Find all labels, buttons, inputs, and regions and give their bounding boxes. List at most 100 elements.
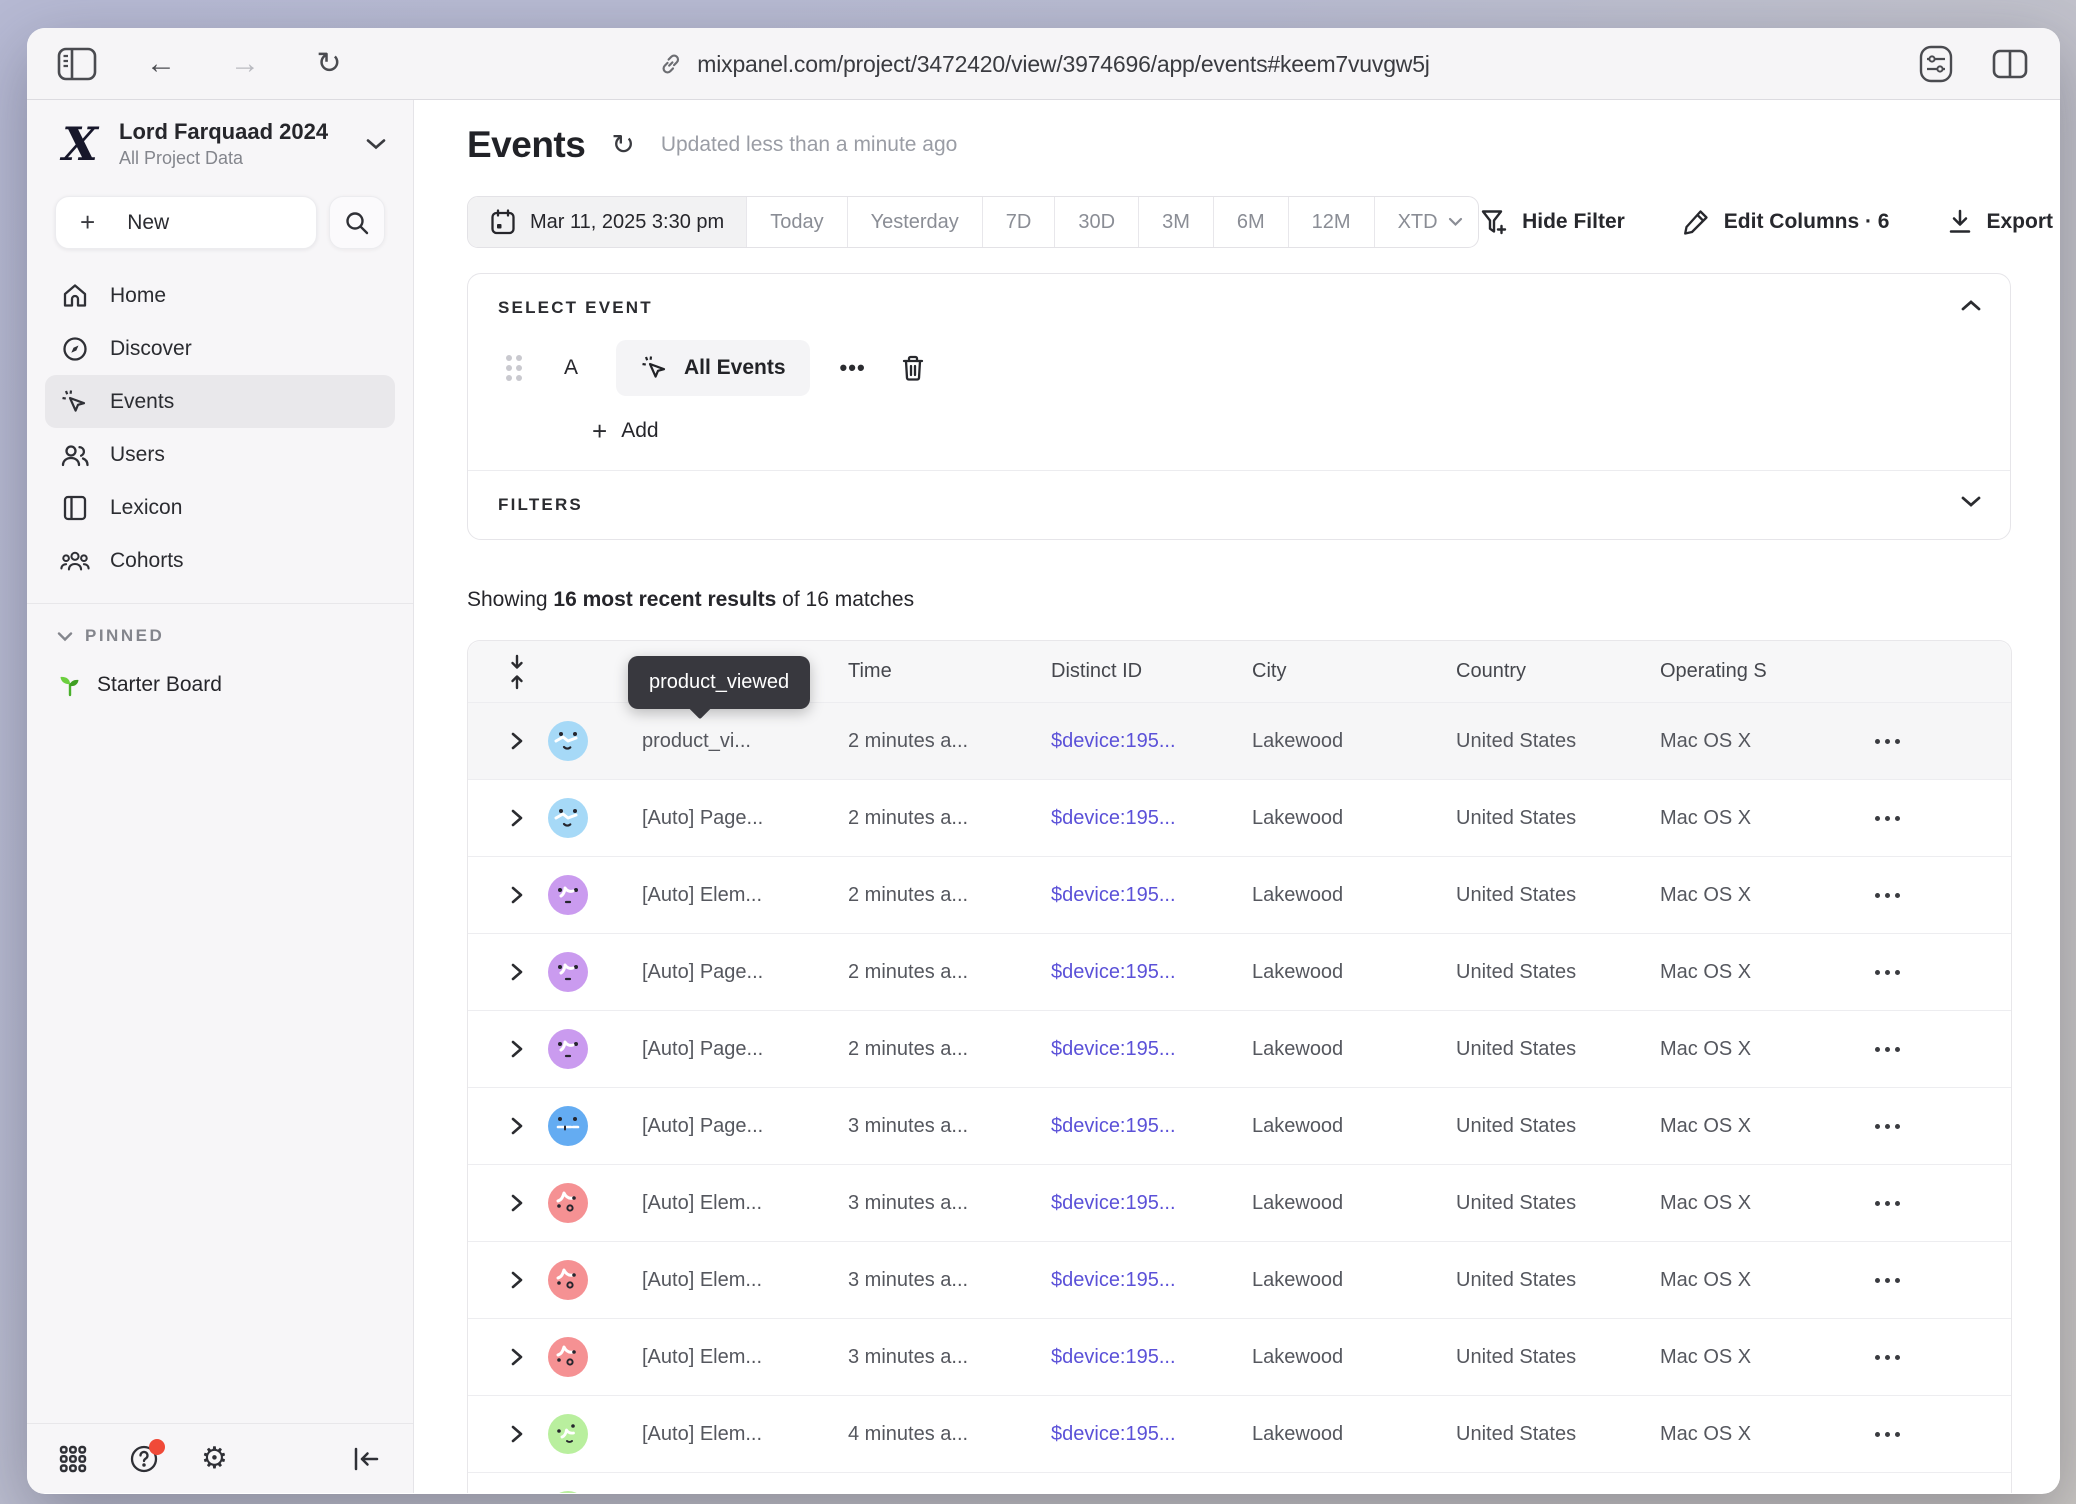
- apps-grid-icon[interactable]: [59, 1445, 87, 1473]
- filters-section: FILTERS: [468, 471, 2010, 539]
- expand-row-icon[interactable]: [468, 731, 548, 751]
- table-row[interactable]: [Auto] Page... 2 minutes a... $device:19…: [468, 933, 2011, 1010]
- expand-row-icon[interactable]: [468, 1270, 548, 1290]
- sidebar-item-label: Discover: [110, 337, 192, 361]
- home-icon: [60, 282, 90, 310]
- sidebar-toggle-icon[interactable]: [57, 44, 97, 84]
- gear-icon[interactable]: ⚙: [201, 1444, 228, 1474]
- preset-6m[interactable]: 6M: [1213, 197, 1288, 247]
- table-row[interactable]: [Auto] Elem... 3 minutes a... $device:19…: [468, 1318, 2011, 1395]
- row-more-icon[interactable]: [1875, 816, 2011, 821]
- browser-toolbar: ← → ↻ mixpanel.com/project/3472420/view/…: [27, 28, 2060, 100]
- cell-distinct-id[interactable]: $device:195...: [1021, 1346, 1222, 1369]
- cell-distinct-id[interactable]: $device:195...: [1021, 730, 1222, 753]
- column-header-city[interactable]: City: [1222, 660, 1426, 683]
- sidebar-item-starter-board[interactable]: Starter Board: [27, 646, 413, 698]
- expand-row-icon[interactable]: [468, 962, 548, 982]
- row-more-icon[interactable]: [1875, 1201, 2011, 1206]
- cell-distinct-id[interactable]: $device:195...: [1021, 884, 1222, 907]
- preset-12m[interactable]: 12M: [1288, 197, 1374, 247]
- cell-distinct-id[interactable]: $device:195...: [1021, 807, 1222, 830]
- row-more-icon[interactable]: [1875, 1124, 2011, 1129]
- preset-7d[interactable]: 7D: [982, 197, 1055, 247]
- column-header-os[interactable]: Operating S: [1630, 660, 1843, 683]
- page-settings-icon[interactable]: [1916, 44, 1956, 84]
- add-event-button[interactable]: + Add: [592, 416, 1980, 446]
- table-row[interactable]: [Auto] Elem... 3 minutes a... $device:19…: [468, 1164, 2011, 1241]
- collapse-rows-icon[interactable]: [468, 654, 548, 690]
- row-more-icon[interactable]: [1875, 1355, 2011, 1360]
- new-button[interactable]: + New: [55, 196, 317, 249]
- cell-time: 2 minutes a...: [818, 884, 1021, 907]
- refresh-icon[interactable]: ↻: [309, 44, 349, 84]
- search-button[interactable]: [329, 196, 385, 249]
- table-row[interactable]: [Auto] Page... 3 minutes a... $device:19…: [468, 1087, 2011, 1164]
- event-selector-chip[interactable]: All Events: [616, 340, 810, 396]
- expand-row-icon[interactable]: [468, 1039, 548, 1059]
- sidebar-item-home[interactable]: Home: [45, 269, 395, 322]
- event-avatar: [548, 1337, 588, 1377]
- preset-yesterday[interactable]: Yesterday: [847, 197, 982, 247]
- table-row[interactable]: [Auto] Elem... 2 minutes a... $device:19…: [468, 856, 2011, 933]
- date-picker-button[interactable]: Mar 11, 2025 3:30 pm: [468, 197, 746, 247]
- edit-columns-button[interactable]: Edit Columns · 6: [1683, 207, 1890, 237]
- table-row[interactable]: [Auto] Elem... 4 minutes a... $device:19…: [468, 1395, 2011, 1472]
- cell-city: Lakewood: [1222, 1269, 1426, 1292]
- expand-row-icon[interactable]: [468, 1193, 548, 1213]
- preset-3m[interactable]: 3M: [1138, 197, 1213, 247]
- expand-row-icon[interactable]: [468, 1347, 548, 1367]
- sidebar-item-discover[interactable]: Discover: [45, 322, 395, 375]
- back-icon[interactable]: ←: [141, 44, 181, 84]
- collapse-section-icon[interactable]: [1960, 298, 1982, 312]
- expand-row-icon[interactable]: [468, 1116, 548, 1136]
- preset-today[interactable]: Today: [746, 197, 846, 247]
- row-more-icon[interactable]: [1875, 1278, 2011, 1283]
- collapse-sidebar-icon[interactable]: [351, 1445, 381, 1473]
- table-row[interactable]: [Auto] Page... 2 minutes a... $device:19…: [468, 779, 2011, 856]
- row-more-icon[interactable]: [1875, 739, 2011, 744]
- cell-distinct-id[interactable]: $device:195...: [1021, 1423, 1222, 1446]
- export-button[interactable]: Export: [1947, 208, 2053, 236]
- more-options-icon[interactable]: •••: [840, 355, 866, 381]
- forward-icon[interactable]: →: [225, 44, 265, 84]
- column-header-country[interactable]: Country: [1426, 660, 1630, 683]
- table-row[interactable]: [Auto] Page... 2 minutes a... $device:19…: [468, 1010, 2011, 1087]
- row-more-icon[interactable]: [1875, 893, 2011, 898]
- preset-30d[interactable]: 30D: [1054, 197, 1138, 247]
- row-more-icon[interactable]: [1875, 1047, 2011, 1052]
- hide-filter-button[interactable]: Hide Filter: [1479, 208, 1625, 236]
- cell-distinct-id[interactable]: $device:195...: [1021, 1192, 1222, 1215]
- sidebar-item-lexicon[interactable]: Lexicon: [45, 481, 395, 534]
- refresh-results-icon[interactable]: ↻: [611, 131, 634, 159]
- project-switcher[interactable]: X Lord Farquaad 2024 All Project Data: [27, 100, 413, 172]
- expand-row-icon[interactable]: [468, 808, 548, 828]
- cell-distinct-id[interactable]: $device:195...: [1021, 1115, 1222, 1138]
- delete-event-icon[interactable]: [900, 354, 926, 382]
- row-more-icon[interactable]: [1875, 970, 2011, 975]
- cell-distinct-id[interactable]: $device:195...: [1021, 961, 1222, 984]
- table-row-partial[interactable]: [468, 1472, 2011, 1493]
- pinned-section-header[interactable]: PINNED: [27, 604, 413, 646]
- help-icon[interactable]: [129, 1444, 159, 1474]
- address-bar[interactable]: mixpanel.com/project/3472420/view/397469…: [657, 28, 1429, 100]
- cell-time: 3 minutes a...: [818, 1346, 1021, 1369]
- split-view-icon[interactable]: [1990, 44, 2030, 84]
- cell-country: United States: [1426, 961, 1630, 984]
- expand-row-icon[interactable]: [468, 1424, 548, 1444]
- sidebar-item-users[interactable]: Users: [45, 428, 395, 481]
- chevron-down-icon: [365, 137, 387, 151]
- preset-xtd[interactable]: XTD: [1374, 197, 1480, 247]
- event-avatar: [548, 1414, 588, 1454]
- cell-distinct-id[interactable]: $device:195...: [1021, 1038, 1222, 1061]
- expand-section-icon[interactable]: [1960, 495, 1982, 509]
- drag-handle-icon[interactable]: [506, 355, 522, 381]
- column-header-time[interactable]: Time: [818, 660, 1021, 683]
- expand-row-icon[interactable]: [468, 885, 548, 905]
- calendar-icon: [490, 208, 516, 236]
- sidebar-item-cohorts[interactable]: Cohorts: [45, 534, 395, 587]
- sidebar-item-events[interactable]: Events: [45, 375, 395, 428]
- table-row[interactable]: [Auto] Elem... 3 minutes a... $device:19…: [468, 1241, 2011, 1318]
- row-more-icon[interactable]: [1875, 1432, 2011, 1437]
- cell-distinct-id[interactable]: $device:195...: [1021, 1269, 1222, 1292]
- column-header-distinct-id[interactable]: Distinct ID: [1021, 660, 1222, 683]
